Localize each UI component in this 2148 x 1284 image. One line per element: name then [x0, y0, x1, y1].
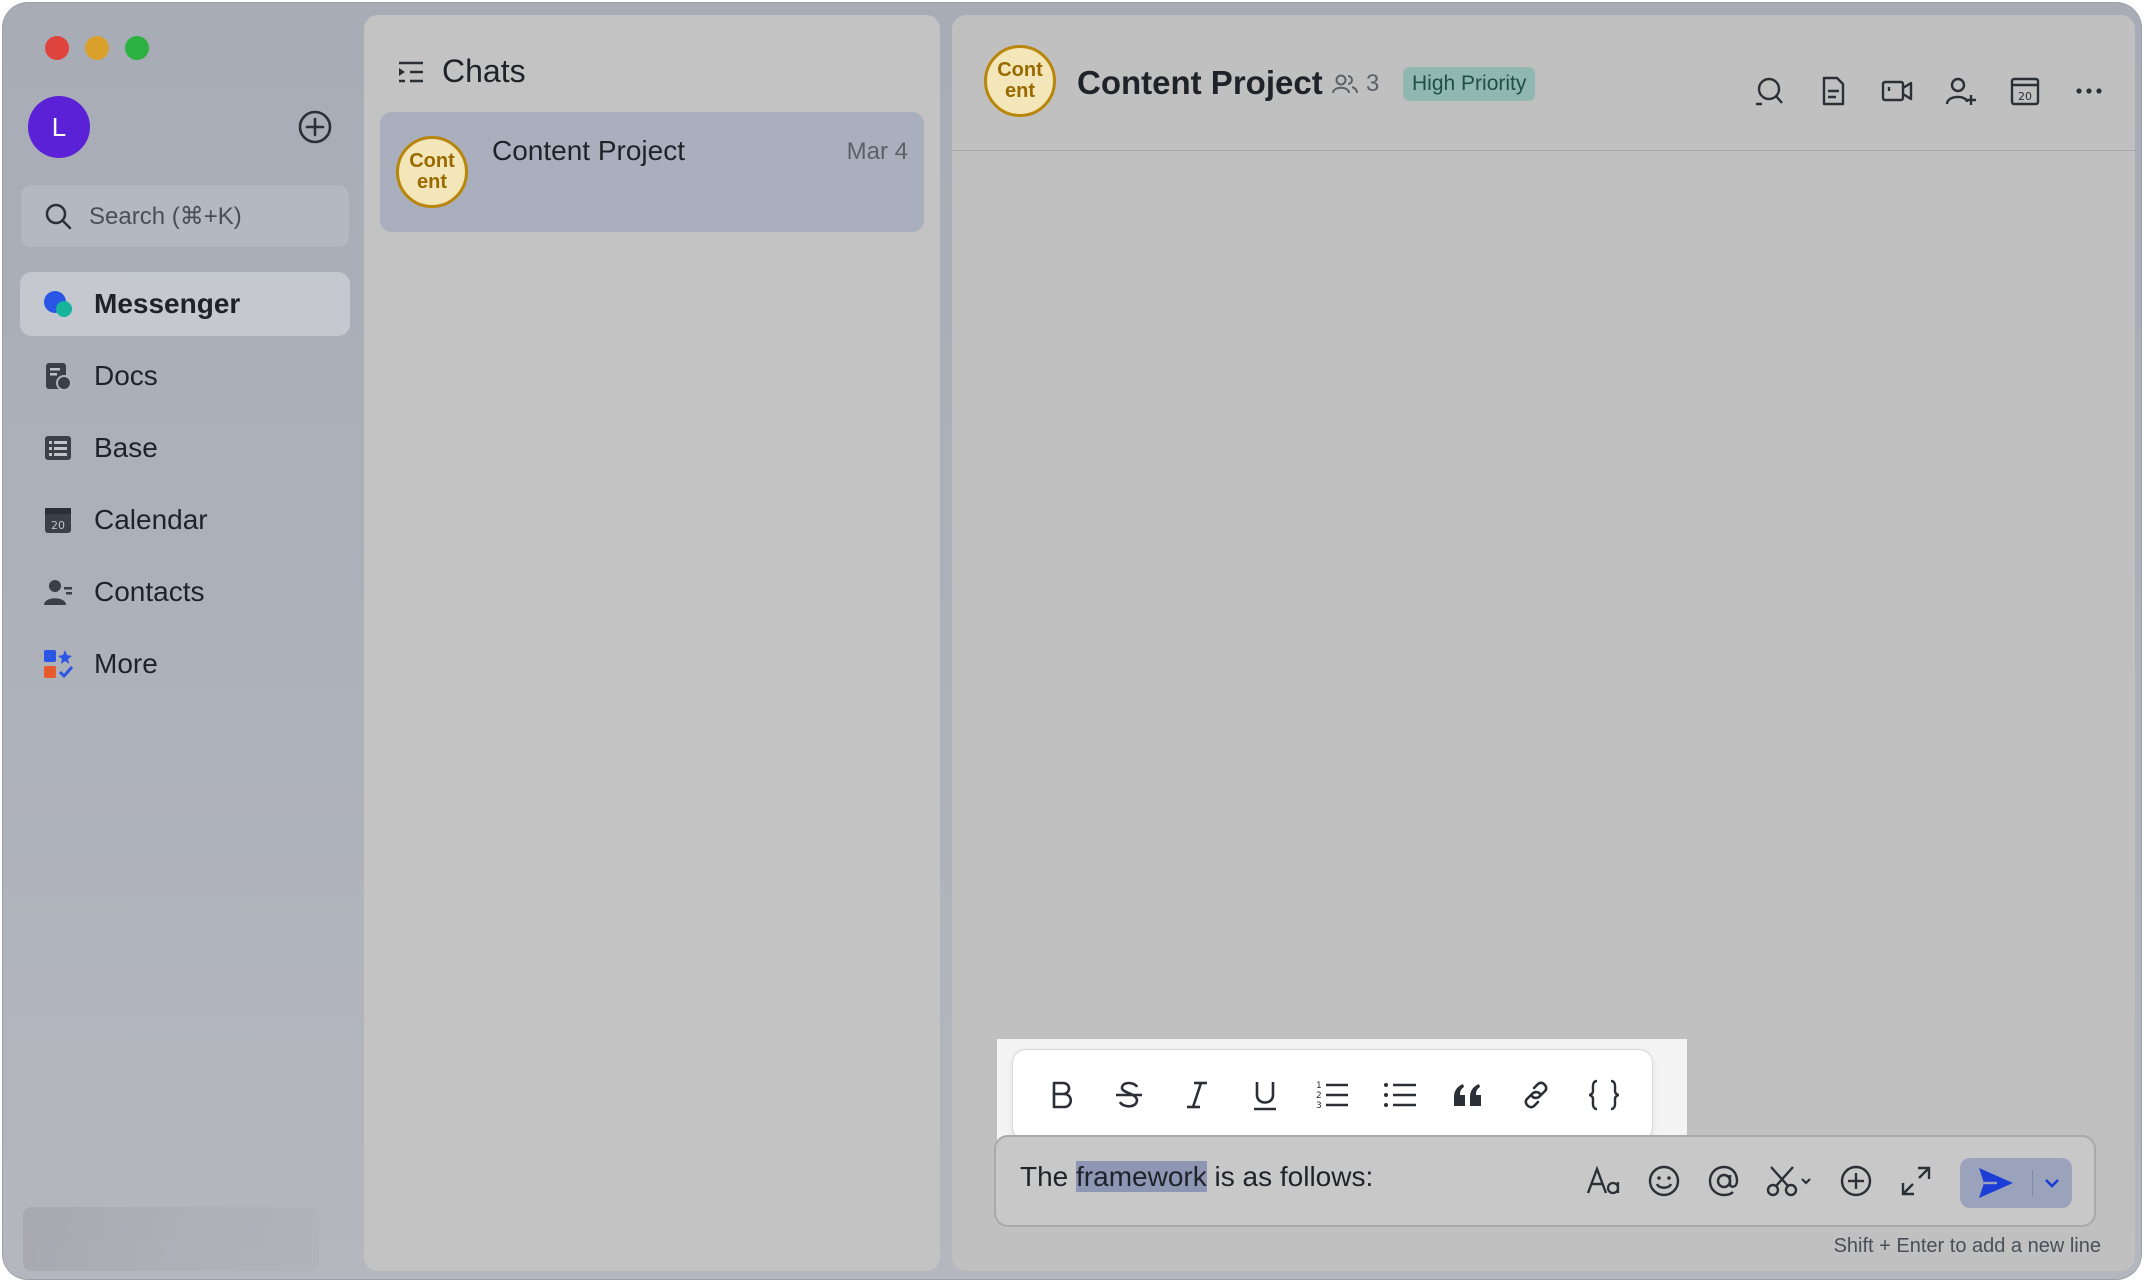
numbered-list-icon: 1 2 3	[1316, 1081, 1349, 1111]
svg-text:20: 20	[2018, 90, 2032, 103]
sidebar-item-label: Messenger	[94, 288, 241, 319]
sidebar-item-docs[interactable]: Docs	[20, 344, 350, 408]
blurred-footer	[23, 1207, 319, 1271]
quote-button[interactable]	[1448, 1075, 1488, 1115]
composer-tools	[1586, 1163, 1934, 1199]
avatar-text-line1: Cont	[997, 59, 1043, 81]
avatar-text-line2: ent	[1005, 80, 1035, 102]
link-icon	[1524, 1081, 1548, 1109]
sidebar-item-calendar[interactable]: 20 Calendar	[20, 488, 350, 552]
conversation-header: Cont ent Content Project 3 High Priority	[952, 15, 2135, 151]
send-icon	[1979, 1168, 2013, 1198]
conversation-title[interactable]: Content Project	[1077, 64, 1323, 102]
search-chat-icon[interactable]	[1753, 75, 1785, 107]
code-block-button[interactable]	[1584, 1075, 1624, 1115]
calendar-event-icon[interactable]: 20	[2009, 75, 2041, 107]
numbered-list-button[interactable]: 1 2 3	[1312, 1075, 1352, 1115]
send-button[interactable]	[1960, 1158, 2032, 1208]
chevron-down-icon	[2045, 1179, 2059, 1188]
sidebar-item-label: Calendar	[94, 504, 208, 535]
priority-badge: High Priority	[1403, 67, 1536, 101]
video-call-icon[interactable]	[1881, 75, 1913, 107]
sidebar-item-label: Base	[94, 432, 158, 463]
chat-list-item[interactable]: Cont ent Content Project Mar 4	[380, 112, 924, 232]
group-avatar[interactable]: Cont ent	[984, 45, 1056, 117]
contacts-icon	[44, 580, 72, 605]
user-initial: L	[51, 111, 67, 142]
member-count-value: 3	[1366, 70, 1380, 97]
screenshot-scissors-icon[interactable]	[1766, 1163, 1814, 1199]
selected-text: framework	[1076, 1161, 1207, 1192]
members-icon	[1332, 74, 1358, 94]
svg-text:20: 20	[51, 519, 65, 532]
sidebar-item-label: Contacts	[94, 576, 205, 607]
avatar-text-line1: Cont	[409, 150, 455, 172]
italic-icon	[1186, 1081, 1207, 1109]
svg-text:1: 1	[1316, 1081, 1322, 1091]
new-plus-icon[interactable]	[297, 109, 333, 145]
chat-name: Content Project	[492, 135, 685, 166]
calendar-icon: 20	[45, 508, 71, 533]
svg-text:3: 3	[1316, 1101, 1322, 1111]
italic-button[interactable]	[1177, 1075, 1217, 1115]
docs-icon	[46, 363, 72, 391]
message-input[interactable]: The framework is as follows:	[1020, 1161, 1373, 1193]
chat-date: Mar 4	[846, 138, 908, 165]
sidebar-nav: Messenger Docs Base 20 Calendar Contacts…	[20, 272, 350, 704]
chats-title: Chats	[442, 53, 526, 89]
sidebar-item-label: More	[94, 648, 158, 679]
send-group	[1960, 1158, 2072, 1208]
search-icon	[45, 203, 72, 230]
chats-header: Chats	[396, 53, 526, 90]
maximize-window-button[interactable]	[125, 36, 149, 60]
app-window: L Search (⌘+K) Messenger Docs Base 20 Ca…	[2, 2, 2142, 1280]
bold-icon	[1052, 1081, 1072, 1109]
formatting-toolbar: 1 2 3	[1012, 1049, 1653, 1141]
chats-panel: Chats Cont ent Content Project Mar 4	[364, 15, 940, 1271]
base-icon	[45, 436, 71, 460]
search-input[interactable]: Search (⌘+K)	[20, 184, 350, 248]
sidebar-item-messenger[interactable]: Messenger	[20, 272, 350, 336]
strikethrough-button[interactable]	[1109, 1075, 1149, 1115]
sidebar-item-contacts[interactable]: Contacts	[20, 560, 350, 624]
close-window-button[interactable]	[45, 36, 69, 60]
document-icon[interactable]	[1817, 75, 1849, 107]
avatar-text-line2: ent	[417, 171, 447, 193]
text-format-icon[interactable]	[1586, 1163, 1622, 1199]
user-avatar[interactable]: L	[28, 96, 90, 158]
strikethrough-icon	[1115, 1081, 1142, 1108]
send-options-button[interactable]	[2033, 1158, 2071, 1208]
bulleted-list-button[interactable]	[1380, 1075, 1420, 1115]
emoji-icon[interactable]	[1646, 1163, 1682, 1199]
header-actions: 20	[1753, 75, 2105, 107]
sidebar-item-base[interactable]: Base	[20, 416, 350, 480]
underline-button[interactable]	[1245, 1075, 1285, 1115]
underline-icon	[1253, 1082, 1276, 1111]
minimize-window-button[interactable]	[85, 36, 109, 60]
messenger-icon	[44, 291, 72, 317]
sidebar-item-more[interactable]: More	[20, 632, 350, 696]
sidebar-item-label: Docs	[94, 360, 158, 391]
more-apps-icon	[44, 650, 74, 679]
code-braces-icon	[1588, 1079, 1620, 1111]
bold-button[interactable]	[1041, 1075, 1081, 1115]
text-after-selection: is as follows:	[1206, 1161, 1374, 1192]
search-placeholder: Search (⌘+K)	[89, 202, 242, 230]
message-composer[interactable]: The framework is as follows:	[994, 1135, 2096, 1227]
group-avatar: Cont ent	[396, 136, 468, 208]
bulleted-list-icon	[1384, 1083, 1417, 1107]
add-attachment-icon[interactable]	[1838, 1163, 1874, 1199]
quote-icon	[1454, 1084, 1482, 1106]
more-icon[interactable]	[2073, 75, 2105, 107]
member-count[interactable]: 3	[1332, 70, 1379, 98]
composer-hint: Shift + Enter to add a new line	[1833, 1235, 2101, 1257]
expand-editor-icon[interactable]	[1898, 1163, 1934, 1199]
link-button[interactable]	[1516, 1075, 1556, 1115]
text-before-selection: The	[1020, 1161, 1077, 1192]
svg-text:2: 2	[1316, 1091, 1322, 1101]
add-member-icon[interactable]	[1945, 75, 1977, 107]
collapse-list-icon[interactable]	[396, 57, 426, 87]
mention-icon[interactable]	[1706, 1163, 1742, 1199]
